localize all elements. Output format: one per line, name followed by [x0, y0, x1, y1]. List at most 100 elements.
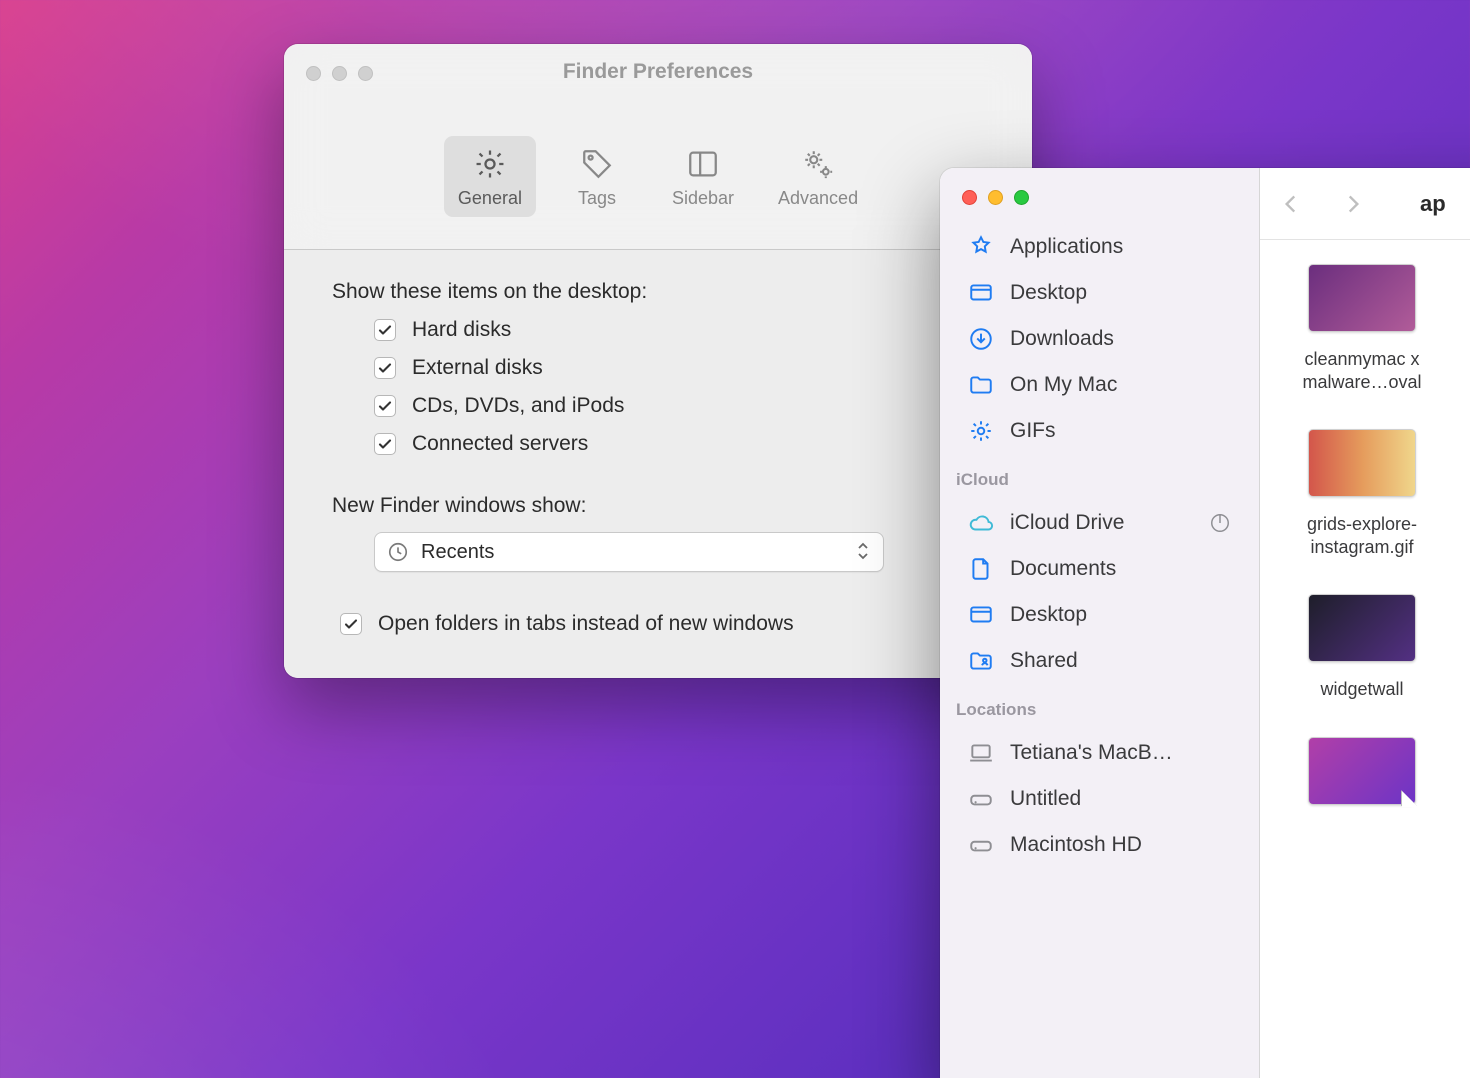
minimize-icon[interactable]: [988, 190, 1003, 205]
sidebar-item-icloud-drive[interactable]: iCloud Drive: [952, 500, 1247, 546]
sidebar-item-untitled[interactable]: Untitled: [952, 776, 1247, 822]
finder-sidebar: Applications Desktop Downloads On My Mac…: [940, 168, 1260, 1078]
file-label: cleanmymac x malware…oval: [1282, 348, 1442, 393]
thumbnail-icon: [1308, 594, 1416, 662]
sidebar-item-computer[interactable]: Tetiana's MacB…: [952, 730, 1247, 776]
sidebar-item-downloads[interactable]: Downloads: [952, 316, 1247, 362]
thumbnail-icon: [1308, 264, 1416, 332]
location-title: ap: [1420, 191, 1446, 217]
tab-advanced[interactable]: Advanced: [764, 136, 872, 217]
download-icon: [968, 326, 994, 352]
disk-icon: [968, 786, 994, 812]
sidebar-item-label: iCloud Drive: [1010, 511, 1124, 535]
check-label: CDs, DVDs, and iPods: [412, 394, 624, 418]
sidebar-header-icloud: iCloud: [940, 460, 1259, 496]
back-button[interactable]: [1278, 191, 1304, 217]
desktop-items-label: Show these items on the desktop:: [332, 280, 984, 304]
check-label: Hard disks: [412, 318, 511, 342]
tab-label: Tags: [578, 188, 616, 209]
gear-small-icon: [968, 418, 994, 444]
checkbox-icon: [374, 319, 396, 341]
finder-content: ap cleanmymac x malware…oval grids-explo…: [1260, 168, 1470, 1078]
file-item[interactable]: grids-explore-instagram.gif: [1282, 429, 1442, 558]
checkbox-icon: [374, 433, 396, 455]
file-item[interactable]: [1282, 737, 1442, 821]
prefs-title: Finder Preferences: [284, 60, 1032, 84]
tag-icon: [579, 146, 615, 182]
sidebar-header-locations: Locations: [940, 690, 1259, 726]
thumbnail-icon: [1308, 429, 1416, 497]
tab-sidebar[interactable]: Sidebar: [658, 136, 748, 217]
sidebar-locations: Tetiana's MacB… Untitled Macintosh HD: [940, 726, 1259, 874]
sidebar-item-label: Untitled: [1010, 787, 1081, 811]
prefs-titlebar: Finder Preferences General Tags Sidebar: [284, 44, 1032, 250]
file-item[interactable]: widgetwall: [1282, 594, 1442, 701]
sidebar-icon: [685, 146, 721, 182]
file-label: grids-explore-instagram.gif: [1282, 513, 1442, 558]
file-grid: cleanmymac x malware…oval grids-explore-…: [1260, 240, 1470, 845]
disk-icon: [968, 832, 994, 858]
new-windows-select[interactable]: Recents: [374, 532, 884, 572]
tab-label: General: [458, 188, 522, 209]
checkbox-icon: [374, 357, 396, 379]
apps-icon: [968, 234, 994, 260]
shared-folder-icon: [968, 648, 994, 674]
window-controls-active: [962, 190, 1029, 205]
sidebar-item-label: On My Mac: [1010, 373, 1117, 397]
prefs-tabs: General Tags Sidebar Advanced: [284, 136, 1032, 217]
sidebar-favorites: Applications Desktop Downloads On My Mac…: [940, 220, 1259, 460]
thumbnail-icon: [1308, 737, 1416, 805]
file-label: widgetwall: [1320, 678, 1403, 701]
sidebar-item-onmymac[interactable]: On My Mac: [952, 362, 1247, 408]
sidebar-item-gifs[interactable]: GIFs: [952, 408, 1247, 454]
doc-icon: [968, 556, 994, 582]
sidebar-item-label: Desktop: [1010, 603, 1087, 627]
clock-icon: [387, 541, 409, 563]
check-label: Connected servers: [412, 432, 588, 456]
sidebar-item-macintosh-hd[interactable]: Macintosh HD: [952, 822, 1247, 868]
zoom-icon[interactable]: [1014, 190, 1029, 205]
sidebar-item-documents[interactable]: Documents: [952, 546, 1247, 592]
finder-preferences-window: Finder Preferences General Tags Sidebar: [284, 44, 1032, 678]
sidebar-item-label: Downloads: [1010, 327, 1114, 351]
sidebar-item-label: GIFs: [1010, 419, 1056, 443]
laptop-icon: [968, 740, 994, 766]
check-external-disks[interactable]: External disks: [374, 356, 984, 380]
chevron-up-down-icon: [857, 541, 871, 563]
sidebar-item-label: Shared: [1010, 649, 1078, 673]
check-open-in-tabs[interactable]: Open folders in tabs instead of new wind…: [340, 612, 984, 636]
sidebar-icloud: iCloud Drive Documents Desktop Shared: [940, 496, 1259, 690]
check-label: External disks: [412, 356, 543, 380]
sidebar-item-label: Desktop: [1010, 281, 1087, 305]
file-item[interactable]: cleanmymac x malware…oval: [1282, 264, 1442, 393]
tab-label: Sidebar: [672, 188, 734, 209]
cloud-icon: [968, 510, 994, 536]
close-icon[interactable]: [962, 190, 977, 205]
new-windows-label: New Finder windows show:: [332, 494, 984, 518]
tab-label: Advanced: [778, 188, 858, 209]
forward-button[interactable]: [1340, 191, 1366, 217]
folder-icon: [968, 372, 994, 398]
sidebar-item-label: Tetiana's MacB…: [1010, 741, 1173, 765]
desktop-icon: [968, 280, 994, 306]
sidebar-item-applications[interactable]: Applications: [952, 224, 1247, 270]
sidebar-item-shared[interactable]: Shared: [952, 638, 1247, 684]
sidebar-item-icloud-desktop[interactable]: Desktop: [952, 592, 1247, 638]
sidebar-item-label: Documents: [1010, 557, 1116, 581]
sidebar-item-desktop[interactable]: Desktop: [952, 270, 1247, 316]
gears-icon: [800, 146, 836, 182]
gear-icon: [472, 146, 508, 182]
finder-window: Applications Desktop Downloads On My Mac…: [940, 168, 1470, 1078]
sidebar-item-label: Macintosh HD: [1010, 833, 1142, 857]
check-connected-servers[interactable]: Connected servers: [374, 432, 984, 456]
sync-progress-icon: [1209, 512, 1231, 534]
check-label: Open folders in tabs instead of new wind…: [378, 612, 794, 636]
check-hard-disks[interactable]: Hard disks: [374, 318, 984, 342]
tab-tags[interactable]: Tags: [552, 136, 642, 217]
tab-general[interactable]: General: [444, 136, 536, 217]
select-value: Recents: [421, 541, 494, 564]
finder-toolbar: ap: [1260, 168, 1470, 240]
check-cds-dvds-ipods[interactable]: CDs, DVDs, and iPods: [374, 394, 984, 418]
desktop-icon: [968, 602, 994, 628]
sidebar-item-label: Applications: [1010, 235, 1123, 259]
